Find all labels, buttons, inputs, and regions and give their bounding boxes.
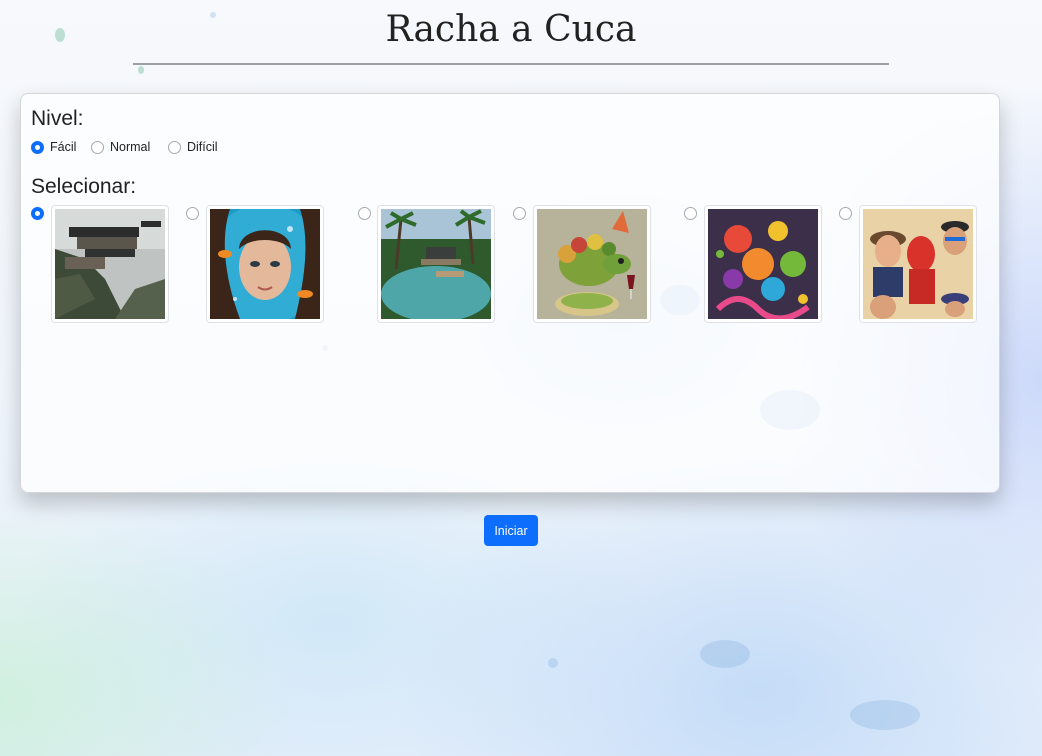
level-option-normal[interactable]: Normal xyxy=(91,140,150,154)
page-title: Racha a Cuca xyxy=(385,9,637,50)
fruit-splash-picture xyxy=(708,209,818,319)
paint-splatter xyxy=(138,66,144,74)
pool-villa-picture xyxy=(381,209,491,319)
image-radio-6[interactable] xyxy=(839,207,852,220)
image-thumbnail-cliff-house[interactable] xyxy=(51,205,169,323)
game-setup-card: Nivel: Fácil Normal Difícil Selecionar: xyxy=(20,93,1000,493)
image-thumbnail-fruit-splash[interactable] xyxy=(704,205,822,323)
select-heading: Selecionar: xyxy=(31,175,137,198)
image-radio-4[interactable] xyxy=(513,207,526,220)
fruit-chameleon-picture xyxy=(537,209,647,319)
image-thumbnail-underwater-girl[interactable] xyxy=(206,205,324,323)
level-radio-normal[interactable] xyxy=(91,140,104,154)
paint-splatter xyxy=(548,658,558,668)
title-divider xyxy=(133,63,889,65)
image-radio-1[interactable] xyxy=(31,207,44,220)
level-radio-dificil[interactable] xyxy=(168,140,181,154)
level-option-label: Normal xyxy=(110,140,151,154)
underwater-girl-picture xyxy=(210,209,320,319)
paint-splatter xyxy=(55,28,65,42)
comic-collage-picture xyxy=(863,209,973,319)
paint-splatter xyxy=(850,700,920,730)
level-option-facil[interactable]: Fácil xyxy=(31,140,76,154)
level-option-dificil[interactable]: Difícil xyxy=(168,140,218,154)
level-option-label: Fácil xyxy=(50,140,77,154)
image-radio-3[interactable] xyxy=(358,207,371,220)
level-option-label: Difícil xyxy=(187,140,218,154)
cliff-house-picture xyxy=(55,209,165,319)
paint-splatter xyxy=(700,640,750,668)
image-radio-5[interactable] xyxy=(684,207,697,220)
image-thumbnail-comic-collage[interactable] xyxy=(859,205,977,323)
image-radio-2[interactable] xyxy=(186,207,199,220)
image-thumbnail-pool-villa[interactable] xyxy=(377,205,495,323)
image-thumbnail-fruit-chameleon[interactable] xyxy=(533,205,651,323)
level-heading: Nivel: xyxy=(31,107,84,130)
level-radio-facil[interactable] xyxy=(31,140,44,154)
start-button[interactable]: Iniciar xyxy=(484,515,538,546)
